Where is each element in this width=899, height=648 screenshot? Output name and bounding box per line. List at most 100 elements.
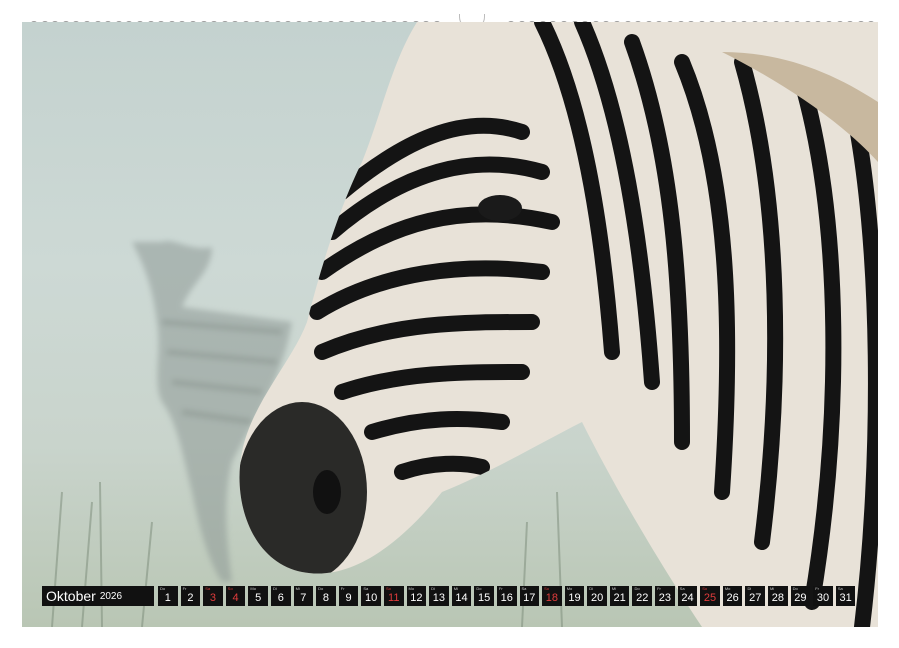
day-cell: Di 13 [429,586,449,606]
day-cell: So 18 [542,586,562,606]
day-cell: Di 6 [270,586,291,606]
day-number: 5 [255,592,262,604]
weekday-label: Mi [770,586,775,591]
weekday-label: Mo [724,586,731,591]
day-number: 11 [388,592,400,604]
day-cell: Do 22 [632,586,653,606]
weekday-label: Fr [182,586,187,591]
weekday-label: Sa [205,586,211,591]
day-number: 28 [771,592,784,604]
day-number: 31 [839,592,852,604]
day-cell: Mi 28 [768,586,788,606]
year-label: 2026 [99,590,123,602]
weekday-label: Fr [340,586,345,591]
day-number: 19 [568,592,581,604]
day-cell: Sa 10 [361,586,381,606]
day-cell: Fr 2 [180,586,201,606]
day-cell: So 4 [225,586,246,606]
day-cell: Fr 16 [496,586,517,606]
day-number: 17 [523,592,536,604]
day-number: 1 [164,592,171,604]
day-number: 4 [232,592,239,604]
weekday-label: Mi [295,586,300,591]
day-cell: Di 27 [745,586,766,606]
day-cell: Sa 31 [835,586,856,606]
weekday-label: Do [318,586,324,591]
day-cell: Mo 5 [248,586,268,606]
day-number: 8 [322,592,330,604]
day-number: 16 [500,592,513,604]
day-cell: Fr 23 [655,586,675,606]
weekday-label: Sa [521,586,527,591]
day-number: 29 [794,592,807,604]
weekday-label: Di [272,586,277,591]
day-cell: Do 15 [474,586,494,606]
day-number: 23 [658,592,671,604]
day-cell: Mi 14 [451,586,472,606]
weekday-label: Mo [250,586,256,591]
weekday-label: Sa [837,586,843,591]
day-number: 9 [345,592,352,604]
day-cell: Fr 9 [338,586,359,606]
day-cells: Do 1 Fr 2 Sa 3 So 4 Mo 5 Di 6 Mi 7 Do 8 Fr 9 Sa 10 So 11 Mo 12 D… [158,586,858,606]
weekday-label: Sa [679,586,685,591]
day-number: 26 [726,592,739,604]
day-number: 14 [455,592,468,604]
day-number: 15 [477,592,491,604]
weekday-label: Do [476,586,482,591]
day-cell: Mi 21 [609,586,630,606]
day-cell: Do 8 [316,586,336,606]
day-number: 13 [432,592,446,604]
weekday-label: Mo [566,586,573,591]
day-number: 6 [277,592,284,604]
day-cell: Mo 12 [406,586,427,606]
day-cell: Sa 17 [519,586,540,606]
day-number: 21 [613,592,626,604]
day-number: 2 [187,592,194,604]
weekday-label: Sa [363,586,369,591]
day-cell: Do 29 [790,586,811,606]
weekday-label: Di [589,586,594,591]
main-zebra [239,22,878,627]
day-number: 7 [300,592,307,604]
day-number: 20 [590,592,604,604]
weekday-label: Do [634,586,640,591]
day-number: 3 [209,592,217,604]
weekday-label: Fr [815,586,819,591]
day-cell: So 11 [383,586,404,606]
day-number: 30 [816,592,830,604]
weekday-label: Di [747,586,752,591]
day-number: 24 [681,592,694,604]
weekday-label: Do [160,586,166,591]
day-number: 25 [703,592,717,604]
weekday-label: Mo [408,586,415,591]
day-cell: Fr 30 [813,586,833,606]
day-cell: Di 20 [587,586,607,606]
weekday-label: So [227,586,233,591]
weekday-label: Do [792,586,798,591]
calendar-strip: Oktober 2026 Do 1 Fr 2 Sa 3 So 4 Mo 5 Di 6 Mi 7 Do 8 Fr 9… [42,586,858,606]
day-cell: Mo 26 [722,586,743,606]
day-cell: Sa 24 [677,586,698,606]
month-label: Oktober 2026 [42,586,154,606]
weekday-label: Di [431,586,435,591]
weekday-label: So [544,586,549,591]
weekday-label: Mi [611,586,617,591]
day-number: 10 [365,592,378,604]
weekday-label: So [702,586,708,591]
weekday-label: Fr [498,586,503,591]
weekday-label: Fr [657,586,661,591]
day-number: 27 [749,592,762,604]
day-cell: Mi 7 [293,586,314,606]
zebra-photo [22,22,878,627]
day-number: 22 [636,592,649,604]
month-name: Oktober [46,588,96,604]
weekday-label: So [385,586,391,591]
weekday-label: Mi [453,586,458,591]
day-number: 18 [545,592,559,604]
day-cell: So 25 [700,586,720,606]
day-cell: Do 1 [158,586,178,606]
day-cell: Mo 19 [564,586,585,606]
day-cell: Sa 3 [203,586,223,606]
zebra-illustration [51,22,878,627]
